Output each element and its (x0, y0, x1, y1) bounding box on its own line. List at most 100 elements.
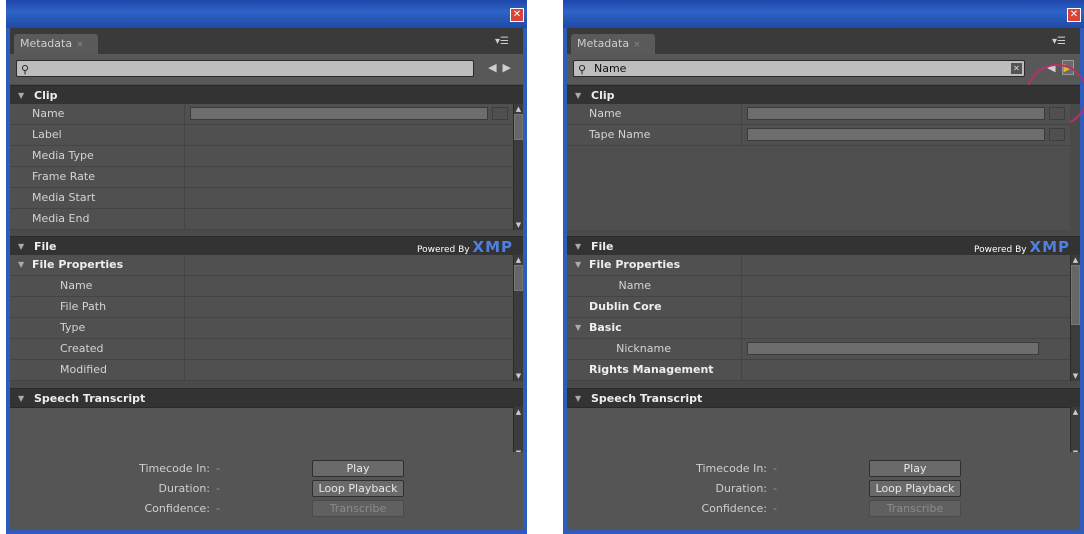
title-bar[interactable]: ✕ (563, 0, 1084, 28)
group-row[interactable]: ▼ File Properties (567, 255, 1070, 276)
previous-arrow-icon[interactable]: ◀ (488, 61, 502, 74)
tab-label: Metadata (577, 37, 630, 50)
transcript-scrollbar[interactable]: ▲▼ (1070, 407, 1080, 458)
value-field[interactable] (747, 342, 1039, 355)
scroll-up-icon[interactable]: ▲ (1071, 407, 1080, 417)
play-button[interactable]: Play (869, 460, 961, 477)
scroll-thumb[interactable] (514, 114, 523, 140)
confidence-label: Confidence: (701, 502, 767, 515)
row-label: Dublin Core (589, 300, 662, 313)
section-title: Clip (591, 89, 615, 102)
section-header-file[interactable]: ▼ File Powered By XMP (10, 236, 523, 256)
play-button[interactable]: Play (312, 460, 404, 477)
group-row[interactable]: Rights Management (567, 360, 1070, 381)
group-row[interactable]: ▼ Basic (567, 318, 1070, 339)
tab-metadata[interactable]: Metadata × (14, 34, 98, 54)
row-checkbox[interactable] (492, 107, 508, 120)
row-label: File Path (60, 300, 107, 313)
metadata-row: File Path (10, 297, 513, 318)
scroll-down-icon[interactable]: ▼ (514, 371, 523, 381)
metadata-row: Name (567, 104, 1070, 125)
section-header-clip[interactable]: ▼ Clip (567, 85, 1080, 104)
row-checkbox[interactable] (1049, 107, 1065, 120)
row-label: Label (32, 128, 62, 141)
xmp-wordmark: XMP (472, 238, 513, 256)
group-row[interactable]: ▼ File Properties (10, 255, 513, 276)
close-window-icon[interactable]: ✕ (1067, 8, 1081, 22)
metadata-row: Media End (10, 209, 513, 230)
duration-value: - (773, 482, 777, 495)
metadata-row: Name (567, 276, 1070, 297)
scroll-up-icon[interactable]: ▲ (514, 407, 523, 417)
next-arrow-icon[interactable]: ▶ (503, 61, 517, 74)
collapse-triangle-icon[interactable]: ▼ (575, 86, 581, 105)
duration-label: Duration: (158, 482, 210, 495)
scroll-down-icon[interactable]: ▼ (514, 220, 523, 230)
scroll-up-icon[interactable]: ▲ (514, 255, 523, 265)
value-field[interactable] (190, 107, 488, 120)
file-scrollbar[interactable]: ▲ ▼ (513, 255, 523, 381)
metadata-row: Media Type (10, 146, 513, 167)
search-value: Name (594, 62, 627, 75)
scroll-thumb[interactable] (1071, 265, 1080, 325)
title-bar[interactable]: ✕ (6, 0, 527, 28)
collapse-triangle-icon[interactable]: ▼ (575, 255, 581, 275)
search-input[interactable]: ⚲ Name ✕ (573, 60, 1025, 77)
tab-metadata[interactable]: Metadata × (571, 34, 655, 54)
row-label: Tape Name (589, 128, 651, 141)
collapse-triangle-icon[interactable]: ▼ (18, 389, 24, 408)
playback-controls: Timecode In: - Duration: - Confidence: -… (10, 452, 523, 530)
clip-scrollbar[interactable]: ▲ ▼ (513, 104, 523, 230)
scroll-up-icon[interactable]: ▲ (1071, 255, 1080, 265)
collapse-triangle-icon[interactable]: ▼ (575, 389, 581, 408)
search-icon: ⚲ (21, 63, 30, 76)
clip-rows: Name Tape Name (567, 104, 1070, 146)
metadata-row: Type (10, 318, 513, 339)
search-input[interactable]: ⚲ (16, 60, 474, 77)
window-frame: Metadata × ▾☰ ⚲ Name ✕ ◀ ▶ ▼ Clip Name Tape N… (563, 28, 1084, 534)
value-field[interactable] (747, 107, 1045, 120)
tab-close-icon[interactable]: × (76, 40, 84, 50)
metadata-row: Label (10, 125, 513, 146)
section-header-speech-transcript[interactable]: ▼ Speech Transcript (10, 388, 523, 407)
panel-menu-icon[interactable]: ▾☰ (1052, 36, 1066, 47)
xmp-wordmark: XMP (1029, 238, 1070, 256)
group-row[interactable]: Dublin Core (567, 297, 1070, 318)
panel-menu-icon[interactable]: ▾☰ (495, 36, 509, 47)
scroll-down-icon[interactable]: ▼ (1071, 371, 1080, 381)
close-window-icon[interactable]: ✕ (510, 8, 524, 22)
collapse-triangle-icon[interactable]: ▼ (575, 237, 581, 256)
clear-search-icon[interactable]: ✕ (1011, 63, 1022, 74)
metadata-window-right: ✕ Metadata × ▾☰ ⚲ Name ✕ ◀ ▶ ▼ Clip Name Tape… (563, 0, 1084, 534)
loop-playback-button[interactable]: Loop Playback (869, 480, 961, 497)
value-field[interactable] (747, 128, 1045, 141)
transcript-scrollbar[interactable]: ▲▼ (513, 407, 523, 458)
transcribe-button[interactable]: Transcribe (869, 500, 961, 517)
loop-playback-button[interactable]: Loop Playback (312, 480, 404, 497)
section-title: Speech Transcript (591, 392, 703, 405)
timecode-label: Timecode In: (139, 462, 210, 475)
collapse-triangle-icon[interactable]: ▼ (575, 318, 581, 338)
row-label: Name (32, 107, 65, 120)
metadata-window-left: ✕ Metadata × ▾☰ ⚲ ◀▶ ▼ Clip Name Label Med… (6, 0, 527, 534)
section-header-file[interactable]: ▼ File Powered By XMP (567, 236, 1080, 256)
collapse-triangle-icon[interactable]: ▼ (18, 86, 24, 105)
tab-row: Metadata × ▾☰ (567, 28, 1080, 54)
section-header-clip[interactable]: ▼ Clip (10, 85, 523, 104)
file-scrollbar[interactable]: ▲ ▼ (1070, 255, 1080, 381)
collapse-triangle-icon[interactable]: ▼ (18, 237, 24, 256)
collapse-triangle-icon[interactable]: ▼ (18, 255, 24, 275)
scroll-thumb[interactable] (514, 265, 523, 291)
section-title: File (591, 240, 614, 253)
row-label: Rights Management (589, 363, 714, 376)
tab-close-icon[interactable]: × (633, 40, 641, 50)
search-nav: ◀▶ (488, 61, 517, 74)
transcribe-button[interactable]: Transcribe (312, 500, 404, 517)
scroll-up-icon[interactable]: ▲ (514, 104, 523, 114)
section-header-speech-transcript[interactable]: ▼ Speech Transcript (567, 388, 1080, 407)
section-title: Clip (34, 89, 58, 102)
row-label: Frame Rate (32, 170, 95, 183)
row-label: Media End (32, 212, 90, 225)
row-checkbox[interactable] (1049, 128, 1065, 141)
section-title: Speech Transcript (34, 392, 146, 405)
